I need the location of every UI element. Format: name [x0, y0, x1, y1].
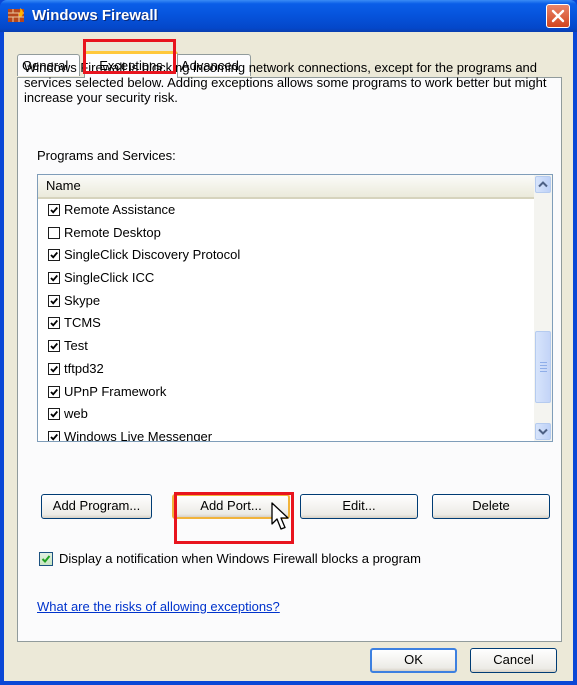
- item-checkbox[interactable]: [48, 294, 60, 307]
- item-label: SingleClick ICC: [64, 270, 155, 286]
- item-label: Windows Live Messenger: [64, 428, 213, 442]
- item-label: UPnP Framework: [64, 383, 167, 399]
- add-program-button[interactable]: Add Program...: [41, 494, 152, 519]
- list-item[interactable]: Test: [38, 335, 534, 358]
- item-label: TCMS: [64, 315, 101, 331]
- item-label: tftpd32: [64, 360, 104, 376]
- checkmark-icon: [50, 274, 58, 282]
- edit-button[interactable]: Edit...: [300, 494, 418, 519]
- item-label: Remote Desktop: [64, 224, 161, 240]
- highlight-exceptions-tab: [83, 39, 176, 74]
- checkmark-icon: [50, 252, 58, 260]
- item-checkbox[interactable]: [48, 430, 60, 441]
- close-icon: [551, 9, 565, 23]
- list-item[interactable]: Remote Assistance: [38, 199, 534, 222]
- mouse-cursor-icon: [271, 502, 289, 530]
- chevron-down-icon: [538, 428, 548, 435]
- checkmark-icon: [50, 411, 58, 418]
- list-item[interactable]: UPnP Framework: [38, 381, 534, 404]
- thumb-grip-line: [540, 368, 547, 369]
- item-label: SingleClick Discovery Protocol: [64, 247, 241, 263]
- item-checkbox[interactable]: [48, 317, 60, 330]
- notification-option[interactable]: Display a notification when Windows Fire…: [39, 551, 421, 566]
- thumb-grip-line: [540, 365, 547, 366]
- list-item[interactable]: Windows Live Messenger: [38, 426, 534, 442]
- title-bar[interactable]: Windows Firewall: [0, 0, 577, 32]
- list-item[interactable]: tftpd32: [38, 358, 534, 381]
- item-checkbox[interactable]: [48, 272, 60, 285]
- notification-checkbox[interactable]: [39, 552, 53, 566]
- risks-help-link[interactable]: What are the risks of allowing exception…: [37, 599, 280, 614]
- item-label: Test: [64, 338, 88, 354]
- programs-label: Programs and Services:: [37, 148, 176, 163]
- list-rows: Remote Assistance Remote Desktop SingleCli…: [38, 199, 534, 442]
- thumb-grip-line: [540, 371, 547, 372]
- checkmark-icon: [50, 433, 58, 441]
- programs-list[interactable]: Name Remote Assistance Remote Desktop Sing…: [37, 174, 553, 442]
- checkmark-icon: [50, 343, 58, 350]
- scroll-thumb[interactable]: [535, 331, 551, 403]
- item-checkbox[interactable]: [48, 362, 60, 375]
- list-item[interactable]: SingleClick ICC: [38, 267, 534, 290]
- item-checkbox[interactable]: [48, 340, 60, 353]
- delete-button[interactable]: Delete: [432, 494, 550, 519]
- list-scrollbar[interactable]: [534, 175, 552, 441]
- item-checkbox[interactable]: [48, 385, 60, 398]
- checkmark-icon: [50, 297, 58, 305]
- thumb-grip-line: [540, 362, 547, 363]
- list-item[interactable]: web: [38, 403, 534, 426]
- close-button[interactable]: [546, 4, 570, 28]
- checkmark-icon: [50, 206, 58, 214]
- item-label: web: [64, 406, 88, 422]
- scroll-down-button[interactable]: [535, 423, 551, 440]
- cancel-button[interactable]: Cancel: [470, 648, 557, 673]
- scroll-up-button[interactable]: [535, 176, 551, 193]
- list-item[interactable]: TCMS: [38, 312, 534, 335]
- checkmark-icon: [50, 365, 58, 373]
- list-item[interactable]: Remote Desktop: [38, 222, 534, 245]
- ok-button[interactable]: OK: [370, 648, 457, 673]
- chevron-up-icon: [538, 181, 548, 188]
- item-label: Skype: [64, 292, 101, 308]
- column-header-name[interactable]: Name: [38, 175, 534, 199]
- item-checkbox[interactable]: [48, 249, 60, 262]
- item-checkbox[interactable]: [48, 408, 60, 421]
- checkmark-icon: [50, 388, 58, 396]
- item-checkbox[interactable]: [48, 226, 60, 239]
- checkmark-icon: [50, 320, 58, 328]
- list-item[interactable]: Skype: [38, 290, 534, 313]
- list-item[interactable]: SingleClick Discovery Protocol: [38, 244, 534, 267]
- firewall-app-icon: [8, 8, 24, 22]
- window-title: Windows Firewall: [32, 7, 158, 24]
- notification-label: Display a notification when Windows Fire…: [59, 551, 421, 566]
- item-label: Remote Assistance: [64, 202, 176, 217]
- item-checkbox[interactable]: [48, 204, 60, 216]
- checkmark-icon: [41, 555, 51, 563]
